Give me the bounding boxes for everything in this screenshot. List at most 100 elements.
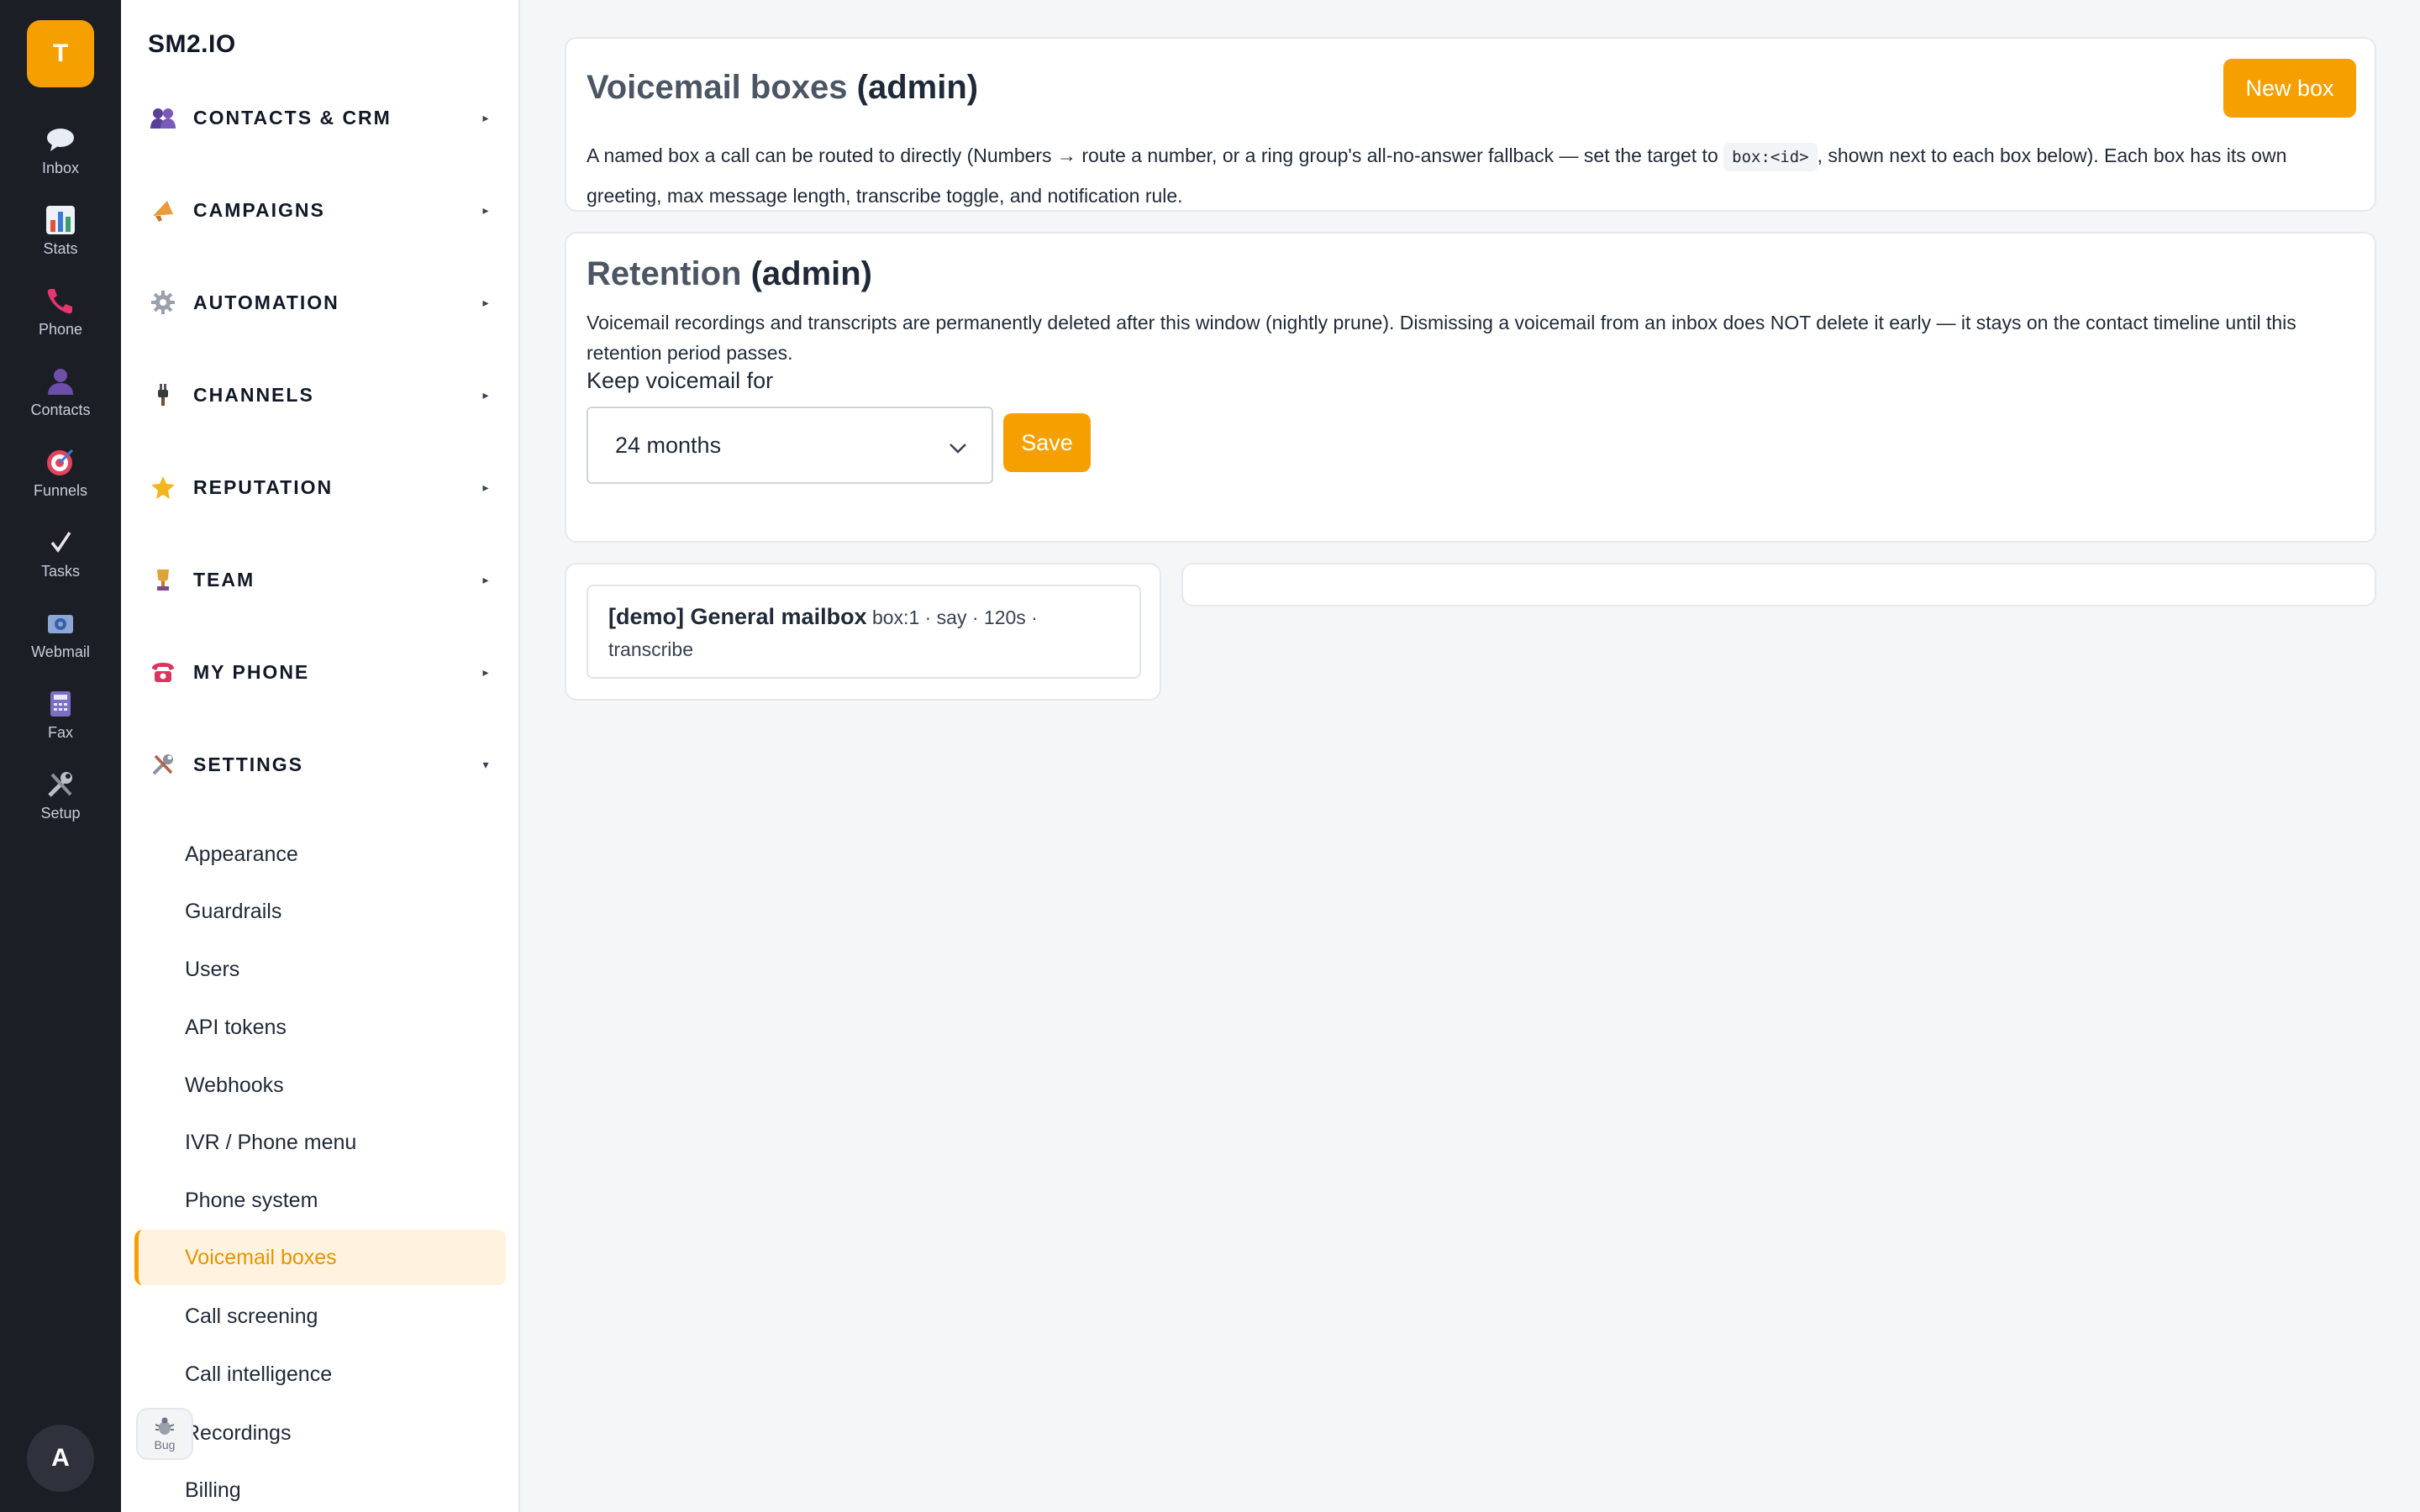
caret-right-icon: ▸ [482, 202, 489, 217]
nav-group-channels[interactable]: CHANNELS ▸ [150, 370, 494, 420]
rail-item-phone[interactable]: Phone [0, 284, 121, 356]
fax-icon [44, 687, 77, 721]
nav-group-reputation[interactable]: REPUTATION ▸ [150, 462, 494, 512]
target-icon [44, 445, 77, 479]
retention-period-select[interactable]: 24 months [587, 407, 993, 484]
rail-item-setup[interactable]: Setup [0, 768, 121, 840]
avatar[interactable]: A [27, 1425, 94, 1492]
nav-group-team[interactable]: TEAM ▸ [150, 554, 494, 605]
gear-icon [150, 289, 176, 316]
settings-item-users[interactable]: Users [134, 942, 506, 997]
icon-rail: T Inbox Stats Phone Contacts Funnels Tas… [0, 0, 121, 1512]
retention-card: Retention (admin) Voicemail recordings a… [565, 232, 2376, 543]
tools-icon [44, 768, 77, 801]
rail-label: Contacts [30, 402, 91, 418]
rail-item-fax[interactable]: Fax [0, 687, 121, 759]
telephone-icon [150, 659, 176, 685]
box-list-card: [demo] General mailbox box:1 · say · 120… [565, 563, 1161, 701]
chat-bubble-icon [44, 123, 77, 156]
description-text: A named box a call can be routed to dire… [587, 144, 1718, 166]
nav-group-label: TEAM [193, 568, 255, 591]
megaphone-icon [150, 197, 176, 223]
rail-label: Fax [47, 724, 73, 741]
bug-label: Bug [154, 1437, 176, 1452]
retention-description: Voicemail recordings and transcripts are… [587, 312, 2296, 364]
nav-group-label: AUTOMATION [193, 291, 339, 313]
caret-right-icon: ▸ [482, 295, 489, 309]
title-suffix: (admin) [750, 255, 872, 292]
settings-item-guardrails[interactable]: Guardrails [134, 884, 506, 939]
settings-item-api-tokens[interactable]: API tokens [134, 1000, 506, 1055]
star-icon [150, 474, 176, 501]
nav-group-label: CHANNELS [193, 383, 314, 406]
plug-icon [150, 381, 176, 408]
rail-label: Tasks [40, 563, 80, 580]
mail-icon [44, 606, 77, 640]
nav-group-label: SETTINGS [193, 753, 304, 775]
bar-chart-icon [44, 203, 77, 237]
bug-icon [153, 1417, 176, 1438]
nav-group-settings[interactable]: SETTINGS ▾ [150, 739, 494, 790]
caret-right-icon: ▸ [482, 480, 489, 494]
selected-value: 24 months [615, 432, 722, 458]
chevron-down-icon [948, 435, 968, 461]
rail-item-inbox[interactable]: Inbox [0, 123, 121, 195]
rail-label: Funnels [33, 482, 88, 499]
rail-item-stats[interactable]: Stats [0, 203, 121, 276]
settings-item-billing[interactable]: Billing [134, 1462, 506, 1512]
nav-group-contacts-crm[interactable]: CONTACTS & CRM ▸ [150, 92, 494, 143]
rail-label: Stats [43, 240, 78, 257]
rail-label: Setup [40, 805, 81, 822]
rail-item-funnels[interactable]: Funnels [0, 445, 121, 517]
person-icon [44, 365, 77, 398]
caret-right-icon: ▸ [482, 664, 489, 679]
settings-item-appearance[interactable]: Appearance [134, 827, 506, 882]
checkmark-icon [44, 526, 77, 559]
section-title: Retention (admin) [587, 255, 872, 293]
settings-item-call-screening[interactable]: Call screening [134, 1289, 506, 1344]
rail-item-webmail[interactable]: Webmail [0, 606, 121, 679]
box-id-code: box:<id> [1723, 143, 1818, 171]
trophy-icon [150, 566, 176, 593]
caret-down-icon: ▾ [482, 757, 489, 771]
nav-group-label: CAMPAIGNS [193, 198, 325, 221]
nav-group-label: CONTACTS & CRM [193, 106, 392, 129]
settings-item-voicemail-boxes[interactable]: Voicemail boxes [134, 1230, 506, 1285]
settings-item-call-intelligence[interactable]: Call intelligence [134, 1347, 506, 1402]
rail-label: Webmail [31, 643, 90, 660]
phone-icon [44, 284, 77, 318]
save-button[interactable]: Save [1003, 413, 1091, 472]
title-text: Voicemail boxes [587, 69, 848, 106]
title-suffix: (admin) [856, 69, 979, 106]
nav-sidebar: SM2.IO CONTACTS & CRM ▸ CAMPAIGNS ▸ AUTO… [121, 0, 520, 1512]
tools-icon [150, 751, 176, 778]
voicemail-description: A named box a call can be routed to dire… [587, 136, 2351, 215]
list-item[interactable]: [demo] General mailbox box:1 · say · 120… [587, 585, 1141, 679]
nav-group-label: MY PHONE [193, 660, 310, 683]
rail-item-contacts[interactable]: Contacts [0, 365, 121, 437]
workspace-logo[interactable]: T [27, 20, 94, 87]
caret-right-icon: ▸ [482, 572, 489, 586]
title-text: Retention [587, 255, 742, 292]
bug-report-button[interactable]: Bug [136, 1408, 193, 1460]
page-title: Voicemail boxes (admin) [587, 69, 978, 107]
voicemail-boxes-card: Voicemail boxes (admin) New box A named … [565, 37, 2376, 212]
settings-item-phone-system[interactable]: Phone system [134, 1173, 506, 1228]
caret-right-icon: ▸ [482, 110, 489, 124]
nav-group-campaigns[interactable]: CAMPAIGNS ▸ [150, 185, 494, 235]
caret-right-icon: ▸ [482, 387, 489, 402]
rail-item-tasks[interactable]: Tasks [0, 526, 121, 598]
brand-name: SM2.IO [148, 30, 236, 58]
new-box-button[interactable]: New box [2223, 59, 2356, 118]
settings-item-webhooks[interactable]: Webhooks [134, 1058, 506, 1113]
people-icon [150, 104, 176, 131]
keep-voicemail-label: Keep voicemail for [587, 368, 774, 393]
nav-group-label: REPUTATION [193, 475, 334, 498]
nav-group-my-phone[interactable]: MY PHONE ▸ [150, 647, 494, 697]
rail-label: Inbox [41, 160, 80, 176]
settings-item-ivr-phone-menu[interactable]: IVR / Phone menu [134, 1115, 506, 1170]
nav-group-automation[interactable]: AUTOMATION ▸ [150, 277, 494, 328]
box-name: [demo] General mailbox [608, 604, 867, 629]
box-detail-panel [1181, 563, 2376, 606]
box-meta: box:1 · say · 120s · [871, 606, 1038, 628]
